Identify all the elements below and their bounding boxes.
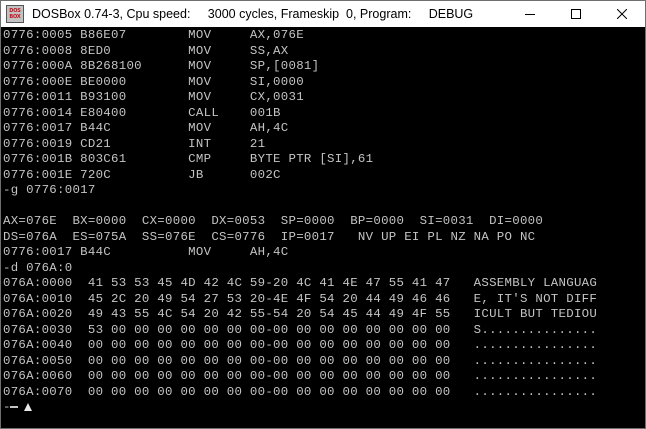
dosbox-window: DOS BOX DOSBox 0.74-3, Cpu speed: 3000 c… bbox=[0, 0, 646, 429]
close-icon bbox=[617, 9, 627, 19]
console-line: -d 076A:0 bbox=[3, 260, 73, 275]
console-line: 0776:0005 B86E07 MOV AX,076E bbox=[3, 28, 304, 42]
console-line: 0776:0011 B93100 MOV CX,0031 bbox=[3, 90, 304, 104]
console-line: 076A:0020 49 43 55 4C 54 20 42 55-54 20 … bbox=[3, 307, 598, 321]
maximize-button[interactable] bbox=[553, 1, 599, 27]
text-cursor bbox=[10, 405, 19, 408]
title-bar[interactable]: DOS BOX DOSBox 0.74-3, Cpu speed: 3000 c… bbox=[1, 1, 645, 27]
console-line: -g 0776:0017 bbox=[3, 183, 96, 197]
console-line: 076A:0010 45 2C 20 49 54 27 53 20-4E 4F … bbox=[3, 291, 598, 306]
minimize-icon bbox=[525, 14, 535, 15]
console-line: 0776:0017 B44C MOV AH,4C bbox=[3, 245, 289, 259]
console-line: 076A:0040 00 00 00 00 00 00 00 00-00 00 … bbox=[3, 338, 598, 352]
console-line: DS=076A ES=075A SS=076E CS=0776 IP=0017 … bbox=[3, 229, 536, 244]
console-line: 0776:000E BE0000 MOV SI,0000 bbox=[3, 74, 304, 89]
console-line: 076A:0000 41 53 53 45 4D 42 4C 59-20 4C … bbox=[3, 276, 598, 290]
console-line: 076A:0030 53 00 00 00 00 00 00 00-00 00 … bbox=[3, 322, 598, 337]
dosbox-app-icon[interactable]: DOS BOX bbox=[6, 5, 24, 23]
console-line: 0776:0019 CD21 INT 21 bbox=[3, 136, 266, 151]
command-prompt-line[interactable]: - bbox=[3, 400, 643, 414]
console-line: 0776:000A 8B268100 MOV SP,[0081] bbox=[3, 59, 320, 73]
window-title: DOSBox 0.74-3, Cpu speed: 3000 cycles, F… bbox=[32, 7, 474, 21]
console-output: 0776:0005 B86E07 MOV AX,076E 0776:0008 8E… bbox=[3, 28, 643, 400]
console-line: 0776:0017 B44C MOV AH,4C bbox=[3, 121, 289, 135]
console-line: 0776:001B 803C61 CMP BYTE PTR [SI],61 bbox=[3, 152, 374, 166]
console-line: 076A:0050 00 00 00 00 00 00 00 00-00 00 … bbox=[3, 353, 598, 368]
minimize-button[interactable] bbox=[507, 1, 553, 27]
console-line: AX=076E BX=0000 CX=0000 DX=0053 SP=0000 … bbox=[3, 214, 544, 228]
close-button[interactable] bbox=[599, 1, 645, 27]
console-line: 0776:0008 8ED0 MOV SS,AX bbox=[3, 43, 289, 58]
command-prompt: - bbox=[3, 400, 11, 414]
console-line: 0776:001E 720C JB 002C bbox=[3, 167, 281, 182]
dos-console[interactable]: 0776:0005 B86E07 MOV AX,076E 0776:0008 8E… bbox=[3, 28, 643, 426]
app-icon-text-bottom: BOX bbox=[9, 14, 21, 20]
console-line: 076A:0060 00 00 00 00 00 00 00 00-00 00 … bbox=[3, 369, 598, 383]
mouse-pointer-icon bbox=[24, 402, 33, 411]
maximize-icon bbox=[571, 9, 581, 19]
console-line: 0776:0014 E80400 CALL 001B bbox=[3, 105, 281, 120]
window-controls bbox=[507, 1, 645, 27]
console-line: 076A:0070 00 00 00 00 00 00 00 00-00 00 … bbox=[3, 384, 598, 399]
